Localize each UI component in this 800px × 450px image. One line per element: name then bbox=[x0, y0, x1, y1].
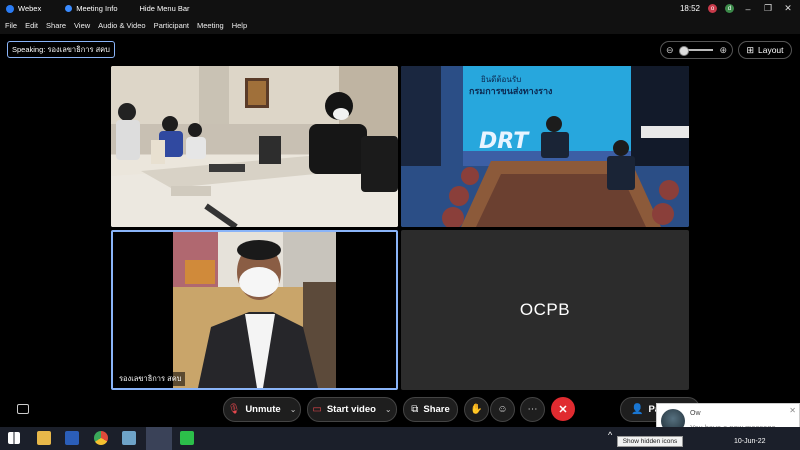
video-tile-conference-room[interactable] bbox=[111, 66, 398, 227]
video-feed bbox=[113, 232, 396, 388]
more-icon: ⋯ bbox=[527, 404, 538, 415]
menu-share[interactable]: Share bbox=[46, 21, 66, 30]
speaking-indicator: Speaking: รองเลขาธิการ สคบ bbox=[7, 41, 115, 58]
video-tile-speaker[interactable]: รองเลขาธิการ สคบ bbox=[111, 230, 398, 390]
meeting-info-label: Meeting Info bbox=[76, 4, 118, 13]
minimize-icon[interactable]: – bbox=[742, 4, 754, 14]
zoom-slider[interactable] bbox=[678, 46, 713, 56]
unmute-label: Unmute bbox=[245, 404, 281, 415]
title-bar: Webex Meeting Info Hide Menu Bar 18:52 o… bbox=[0, 0, 800, 17]
share-screen-icon: ⧉ bbox=[411, 404, 419, 415]
banner-department: กรมการขนส่งทางราง bbox=[469, 86, 552, 97]
start-video-button[interactable]: ▭ Start video ⌄ bbox=[307, 397, 397, 422]
reactions-button[interactable]: ☺ bbox=[490, 397, 515, 422]
menu-participant[interactable]: Participant bbox=[154, 21, 189, 30]
avatar-o[interactable]: o bbox=[708, 4, 717, 13]
video-tile-ocpb[interactable]: OCPB bbox=[401, 230, 689, 390]
chrome-icon[interactable] bbox=[94, 431, 108, 445]
menu-bar: File Edit Share View Audio & Video Parti… bbox=[0, 17, 800, 34]
chat-icon[interactable] bbox=[17, 404, 29, 414]
menu-view[interactable]: View bbox=[74, 21, 90, 30]
hand-icon: ✋ bbox=[470, 404, 483, 415]
hide-menu-bar-button[interactable]: Hide Menu Bar bbox=[140, 4, 190, 13]
layout-button[interactable]: ⊞ Layout bbox=[738, 41, 792, 59]
notification-sender: Ow bbox=[690, 410, 701, 417]
layout-label: Layout bbox=[758, 45, 784, 55]
close-icon: ✕ bbox=[558, 403, 568, 416]
grid-icon: ⊞ bbox=[746, 44, 754, 55]
avatar-d[interactable]: d bbox=[725, 4, 734, 13]
webex-app[interactable]: Webex bbox=[6, 4, 41, 13]
menu-edit[interactable]: Edit bbox=[25, 21, 38, 30]
meeting-info-button[interactable]: Meeting Info bbox=[65, 4, 118, 13]
drt-logo: DRT bbox=[479, 129, 530, 154]
share-button[interactable]: ⧉ Share bbox=[403, 397, 458, 422]
hide-menu-label: Hide Menu Bar bbox=[139, 4, 190, 13]
share-label: Share bbox=[423, 404, 450, 415]
video-feed bbox=[111, 66, 398, 227]
line-icon[interactable] bbox=[180, 431, 194, 445]
close-icon[interactable]: ✕ bbox=[782, 3, 794, 14]
restore-icon[interactable]: ❐ bbox=[762, 3, 774, 14]
chevron-down-icon[interactable]: ⌄ bbox=[290, 405, 297, 414]
taskbar-date: 10-Jun-22 bbox=[734, 438, 766, 445]
chevron-up-icon[interactable]: ^ bbox=[608, 430, 612, 440]
smiley-icon: ☺ bbox=[497, 404, 508, 415]
menu-help[interactable]: Help bbox=[232, 21, 247, 30]
word-icon[interactable] bbox=[65, 431, 79, 445]
clock: 18:52 bbox=[679, 4, 700, 13]
start-video-label: Start video bbox=[326, 404, 376, 415]
app-name: Webex bbox=[18, 4, 42, 13]
menu-file[interactable]: File bbox=[5, 21, 17, 30]
video-off-icon: ▭ bbox=[312, 404, 322, 415]
app-icon[interactable] bbox=[122, 431, 136, 445]
shield-icon bbox=[65, 5, 73, 12]
participant-name-tag: รองเลขาธิการ สคบ bbox=[116, 372, 185, 386]
zoom-out-icon[interactable]: ⊖ bbox=[666, 45, 674, 56]
video-feed: ยินดีต้อนรับ กรมการขนส่งทางราง DRT bbox=[401, 66, 689, 227]
person-icon: 👤 bbox=[631, 404, 644, 415]
zoom-control[interactable]: ⊖ ⊕ bbox=[660, 41, 733, 59]
raise-hand-button[interactable]: ✋ bbox=[464, 397, 489, 422]
banner-welcome: ยินดีต้อนรับ bbox=[481, 75, 522, 84]
close-icon[interactable]: ✕ bbox=[789, 406, 796, 415]
tooltip: Show hidden icons bbox=[617, 436, 683, 447]
participant-name: OCPB bbox=[519, 300, 571, 319]
more-options-button[interactable]: ⋯ bbox=[520, 397, 545, 422]
menu-meeting[interactable]: Meeting bbox=[197, 21, 224, 30]
mic-muted-icon: 🎙 bbox=[227, 404, 241, 415]
unmute-button[interactable]: 🎙 Unmute ⌄ bbox=[223, 397, 301, 422]
video-tile-drt-room[interactable]: ยินดีต้อนรับ กรมการขนส่งทางราง DRT bbox=[401, 66, 689, 227]
zoom-in-icon[interactable]: ⊕ bbox=[719, 45, 727, 56]
windows-start-icon[interactable] bbox=[8, 432, 20, 444]
webex-icon bbox=[6, 4, 14, 13]
chevron-down-icon[interactable]: ⌄ bbox=[385, 405, 392, 414]
webex-taskbar-icon[interactable] bbox=[146, 427, 172, 450]
leave-meeting-button[interactable]: ✕ bbox=[551, 397, 575, 421]
file-explorer-icon[interactable] bbox=[37, 431, 51, 445]
menu-audio-video[interactable]: Audio & Video bbox=[98, 21, 145, 30]
